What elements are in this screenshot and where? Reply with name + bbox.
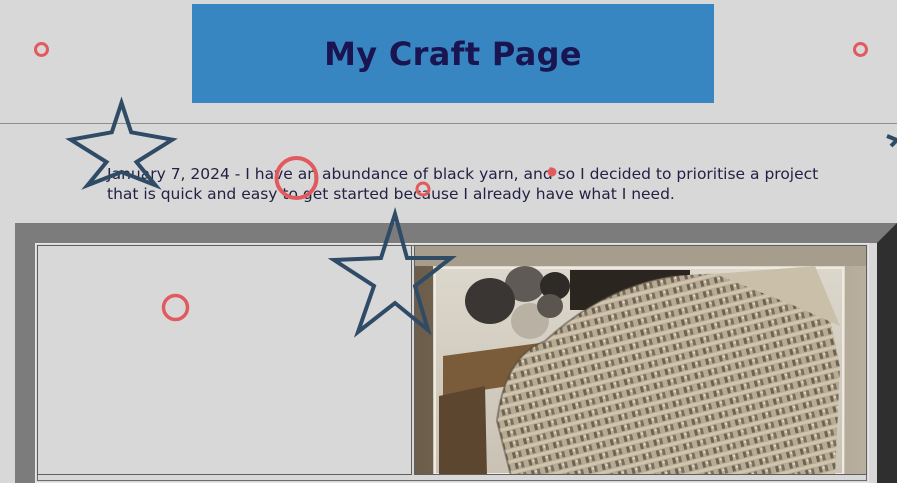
ring-icon	[34, 42, 49, 57]
crochet-blanket-image	[415, 246, 866, 474]
header-banner: My Craft Page	[192, 4, 714, 103]
star-icon	[886, 134, 897, 148]
header-divider	[0, 123, 897, 124]
crochet-photo	[414, 245, 867, 475]
page-title: My Craft Page	[324, 34, 582, 73]
ring-icon	[853, 42, 868, 57]
journal-entry-text: January 7, 2024 - I have an abundance of…	[107, 165, 819, 203]
gallery-cell-empty	[37, 245, 412, 475]
